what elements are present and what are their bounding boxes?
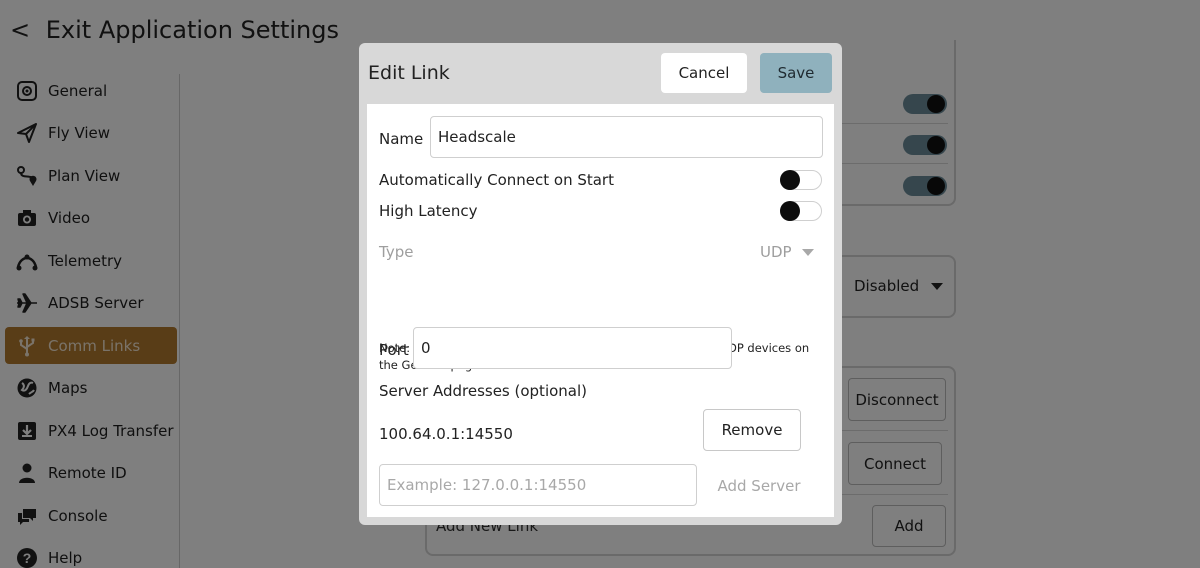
dialog-body: Name Headscale Automatically Connect on … bbox=[367, 104, 834, 517]
server-address-item: 100.64.0.1:14550 bbox=[379, 425, 513, 443]
name-label: Name bbox=[379, 130, 424, 148]
high-latency-toggle[interactable] bbox=[780, 201, 822, 221]
toggle-knob bbox=[780, 201, 800, 221]
port-field[interactable]: 0 bbox=[413, 327, 732, 369]
remove-server-button[interactable]: Remove bbox=[703, 409, 801, 451]
type-value: UDP bbox=[760, 243, 792, 261]
dialog-title: Edit Link bbox=[368, 62, 450, 84]
chevron-down-icon bbox=[801, 248, 814, 256]
high-latency-label: High Latency bbox=[379, 202, 478, 220]
auto-connect-label: Automatically Connect on Start bbox=[379, 171, 614, 189]
server-addresses-label: Server Addresses (optional) bbox=[379, 382, 588, 400]
cancel-button[interactable]: Cancel bbox=[661, 53, 747, 93]
new-server-input[interactable]: Example: 127.0.0.1:14550 bbox=[379, 464, 697, 506]
edit-link-dialog: Edit Link Cancel Save Name Headscale Aut… bbox=[359, 43, 842, 525]
save-button[interactable]: Save bbox=[760, 53, 832, 93]
port-label: Port bbox=[379, 341, 409, 359]
auto-connect-toggle[interactable] bbox=[780, 170, 822, 190]
name-field[interactable]: Headscale bbox=[430, 116, 823, 158]
add-server-button[interactable]: Add Server bbox=[709, 474, 809, 498]
type-select: UDP bbox=[760, 243, 814, 261]
type-label: Type bbox=[379, 243, 414, 261]
toggle-knob bbox=[780, 170, 800, 190]
